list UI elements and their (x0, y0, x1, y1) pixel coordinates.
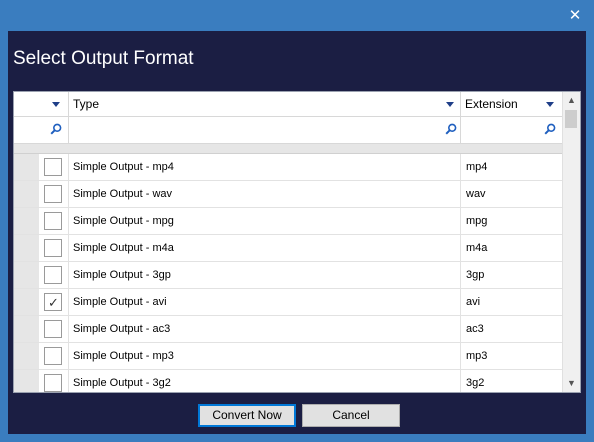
table-row[interactable]: Simple Output - 3gp 3gp (14, 262, 562, 289)
table-row[interactable]: Simple Output - wav wav (14, 181, 562, 208)
type-cell[interactable]: Simple Output - 3gp (68, 262, 460, 288)
row-checkbox[interactable]: ✓ (44, 293, 62, 311)
table-row[interactable]: Simple Output - m4a m4a (14, 235, 562, 262)
row-selector[interactable] (14, 289, 39, 315)
cancel-button[interactable]: Cancel (302, 404, 400, 427)
row-selector[interactable] (14, 316, 39, 342)
table-row[interactable]: Simple Output - mp4 mp4 (14, 154, 562, 181)
type-cell[interactable]: Simple Output - avi (68, 289, 460, 315)
select-filter-cell[interactable] (14, 117, 69, 143)
row-checkbox[interactable] (44, 347, 62, 365)
table-row[interactable]: Simple Output - mp3 mp3 (14, 343, 562, 370)
type-cell[interactable]: Simple Output - ac3 (68, 316, 460, 342)
grid-rows: Simple Output - mp4 mp4 Simple Output - … (14, 154, 562, 392)
extension-cell[interactable]: 3gp (460, 262, 562, 288)
close-button[interactable]: ✕ (568, 7, 582, 24)
row-selector[interactable] (14, 343, 39, 369)
scroll-down-arrow[interactable]: ▼ (563, 375, 580, 392)
row-selector[interactable] (14, 262, 39, 288)
extension-cell[interactable]: mp4 (460, 154, 562, 180)
row-checkbox[interactable] (44, 212, 62, 230)
table-row[interactable]: Simple Output - ac3 ac3 (14, 316, 562, 343)
row-checkbox[interactable] (44, 320, 62, 338)
extension-cell[interactable]: wav (460, 181, 562, 207)
window-titlebar[interactable]: ✕ (0, 0, 594, 31)
type-column-header[interactable]: Type (68, 92, 461, 116)
dialog-title: Select Output Format (13, 48, 194, 69)
extension-cell[interactable]: mpg (460, 208, 562, 234)
format-grid[interactable]: Type Extension Simple Output - mp4 mp4 S… (13, 91, 581, 393)
type-cell[interactable]: Simple Output - mp4 (68, 154, 460, 180)
convert-now-button[interactable]: Convert Now (198, 404, 296, 427)
extension-column-header[interactable]: Extension (460, 92, 562, 116)
check-icon: ✓ (48, 295, 59, 310)
table-row[interactable]: ✓ Simple Output - avi avi (14, 289, 562, 316)
extension-cell[interactable]: avi (460, 289, 562, 315)
dialog-body: Select Output Format Type Extension Simp… (8, 31, 586, 434)
extension-cell[interactable]: mp3 (460, 343, 562, 369)
type-filter-input[interactable] (68, 117, 461, 143)
type-cell[interactable]: Simple Output - mpg (68, 208, 460, 234)
row-checkbox[interactable] (44, 266, 62, 284)
row-checkbox[interactable] (44, 158, 62, 176)
filter-row (14, 117, 562, 144)
type-cell[interactable]: Simple Output - mp3 (68, 343, 460, 369)
partial-row-above (14, 144, 562, 154)
extension-filter-input[interactable] (460, 117, 562, 143)
grid-header: Type Extension (14, 92, 562, 117)
table-row[interactable]: Simple Output - 3g2 3g2 (14, 370, 562, 392)
row-checkbox[interactable] (44, 185, 62, 203)
chevron-down-icon[interactable] (52, 102, 60, 107)
scroll-thumb[interactable] (565, 110, 577, 128)
extension-cell[interactable]: 3g2 (460, 370, 562, 392)
select-column-header[interactable] (14, 92, 69, 116)
type-cell[interactable]: Simple Output - m4a (68, 235, 460, 261)
table-row[interactable]: Simple Output - mpg mpg (14, 208, 562, 235)
chevron-down-icon[interactable] (546, 102, 554, 107)
type-cell[interactable]: Simple Output - wav (68, 181, 460, 207)
close-icon: ✕ (568, 7, 582, 24)
vertical-scrollbar[interactable]: ▲ ▼ (562, 92, 580, 392)
row-selector[interactable] (14, 235, 39, 261)
row-selector[interactable] (14, 154, 39, 180)
extension-cell[interactable]: ac3 (460, 316, 562, 342)
chevron-down-icon[interactable] (446, 102, 454, 107)
search-icon[interactable] (445, 123, 457, 135)
search-icon[interactable] (544, 123, 556, 135)
extension-cell[interactable]: m4a (460, 235, 562, 261)
extension-column-label: Extension (465, 97, 518, 111)
row-checkbox[interactable] (44, 239, 62, 257)
type-column-label: Type (73, 97, 100, 111)
row-selector[interactable] (14, 208, 39, 234)
row-checkbox[interactable] (44, 374, 62, 392)
scroll-up-arrow[interactable]: ▲ (563, 92, 580, 109)
row-selector[interactable] (14, 370, 39, 392)
search-icon[interactable] (50, 123, 62, 135)
type-cell[interactable]: Simple Output - 3g2 (68, 370, 460, 392)
row-selector[interactable] (14, 181, 39, 207)
